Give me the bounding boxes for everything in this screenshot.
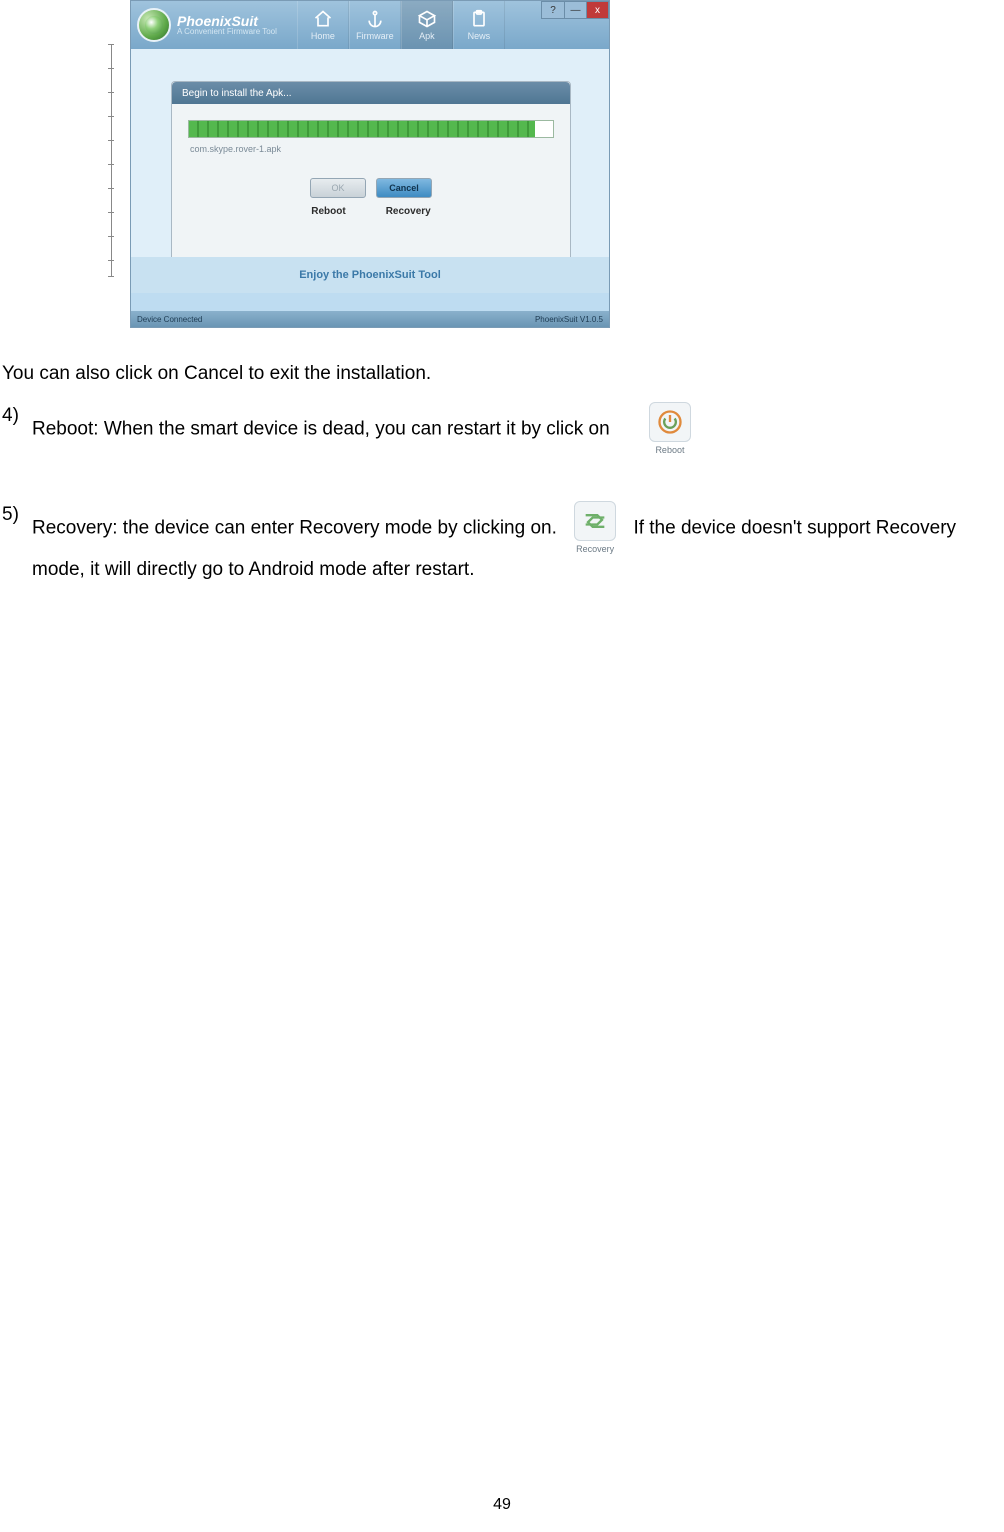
recovery-icon-label: Recovery [576,543,614,556]
tab-apk[interactable]: Apk [401,1,453,49]
tab-label: Apk [419,31,435,41]
bracket-decoration [108,44,116,276]
list-item-4: 4) Reboot: When the smart device is dead… [2,402,1000,457]
status-left: Device Connected [137,315,202,324]
reboot-mini-icon: Reboot [645,402,695,457]
page-number: 49 [0,1496,1004,1514]
anchor-icon [365,9,385,29]
footer-text: Enjoy the PhoenixSuit Tool [299,269,441,281]
tab-label: News [468,31,491,41]
tab-home[interactable]: Home [297,1,349,49]
tab-label: Home [311,31,335,41]
tab-label: Firmware [356,31,394,41]
progress-bar [188,120,554,138]
tab-news[interactable]: News [453,1,505,49]
home-icon [313,9,333,29]
close-button[interactable]: x [586,2,608,18]
window-controls: ? — x [541,1,609,19]
clipboard-icon [469,9,489,29]
install-dialog: Begin to install the Apk... com.skype.ro… [171,81,571,261]
logo-icon [137,8,171,42]
app-header: PhoenixSuit A Convenient Firmware Tool H… [131,1,609,49]
dialog-title: Begin to install the Apk... [172,82,570,104]
progress-fill [189,121,535,137]
brand-name: PhoenixSuit [177,14,277,28]
recovery-icon [581,507,609,535]
nav-tabs: Home Firmware Apk News [297,1,505,49]
status-bar: Device Connected PhoenixSuit V1.0.5 [131,311,609,327]
app-body: Begin to install the Apk... com.skype.ro… [131,49,609,293]
item-number: 4) [2,402,32,430]
reboot-icon-label: Reboot [655,444,684,457]
help-button[interactable]: ? [542,2,564,18]
brand: PhoenixSuit A Convenient Firmware Tool [137,8,277,42]
ok-button[interactable]: OK [310,178,366,198]
document-body: You can also click on Cancel to exit the… [0,350,1004,583]
apk-filename: com.skype.rover-1.apk [190,144,570,154]
item5-text-a: Recovery: the device can enter Recovery … [32,517,557,538]
power-icon [656,408,684,436]
phoenixsuit-window: PhoenixSuit A Convenient Firmware Tool H… [130,0,610,328]
list-item-5: 5) Recovery: the device can enter Recove… [2,501,1000,584]
recovery-label: Recovery [386,206,431,217]
status-right: PhoenixSuit V1.0.5 [535,315,603,324]
cancel-button[interactable]: Cancel [376,178,432,198]
recovery-mini-icon: Recovery [570,501,620,556]
brand-subtitle: A Convenient Firmware Tool [177,28,277,36]
minimize-button[interactable]: — [564,2,586,18]
cube-icon [417,9,437,29]
reboot-label: Reboot [311,206,345,217]
footer-band: Enjoy the PhoenixSuit Tool [131,257,609,293]
paragraph-cancel: You can also click on Cancel to exit the… [2,360,1000,388]
item-number: 5) [2,501,32,529]
tab-firmware[interactable]: Firmware [349,1,401,49]
item4-text: Reboot: When the smart device is dead, y… [32,418,610,439]
